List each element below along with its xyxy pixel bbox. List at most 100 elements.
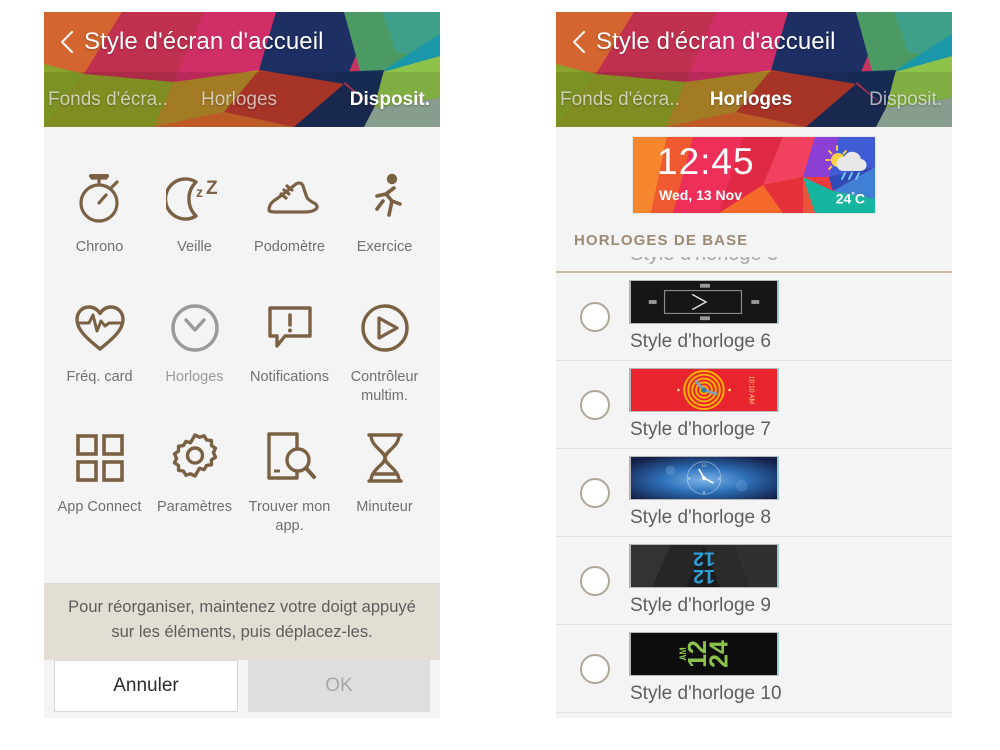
running-person-icon (361, 169, 409, 227)
app-item-chrono[interactable]: Chrono (52, 165, 147, 295)
gear-icon (167, 429, 223, 487)
tab-clocks[interactable]: Horloges (687, 89, 816, 111)
clock-widget-preview-area: 12:45 Wed, 13 Nov 24°C (556, 127, 952, 223)
app-item-controleur-multim[interactable]: Contrôleur multim. (337, 295, 432, 425)
phone-panel-right: Style d'écran d'accueil Fonds d'écra.. H… (556, 12, 952, 718)
app-icon-grid: Chrono z Z Veille Podomètre Exercice Fré… (44, 127, 440, 583)
tab-layout[interactable]: Disposit. (815, 89, 952, 111)
partial-row-text: Style d'horloge 5 (630, 257, 778, 266)
app-header-left: Style d'écran d'accueil Fonds d'écra.. H… (44, 12, 440, 127)
clocks-tab-body: 12:45 Wed, 13 Nov 24°C HORLOGES DE BASE … (556, 127, 952, 718)
radio-button[interactable] (580, 565, 610, 596)
tab-clocks[interactable]: Horloges (175, 89, 304, 111)
find-my-phone-icon (263, 429, 317, 487)
shoe-icon (261, 169, 319, 227)
app-label: Minuteur (356, 499, 413, 515)
app-label: Exercice (356, 239, 413, 255)
minimal-dark-clock-thumb (630, 280, 778, 324)
tab-bar-left: Fonds d'écra.. Horloges Disposit. (44, 72, 440, 127)
clock-style-label: Style d'horloge 9 (630, 595, 771, 616)
svg-text:10:10 AM: 10:10 AM (747, 376, 754, 405)
app-item-app-connect[interactable]: App Connect (52, 425, 147, 555)
app-item-trouver-mon-app[interactable]: Trouver mon app. (242, 425, 337, 555)
app-label: Podomètre (254, 239, 325, 255)
clock-style-preview-column: 10:10 AM Style d'horloge 7 (630, 368, 778, 441)
list-item[interactable]: AM 12 24 Style d'horloge 10 (556, 625, 952, 713)
section-header-basic-clocks: HORLOGES DE BASE (556, 223, 952, 257)
radio-button[interactable] (580, 389, 610, 420)
clock-style-preview-column: 12 3 69 Style d'horloge 8 (630, 456, 778, 529)
svg-text:24: 24 (705, 640, 733, 668)
tab-wallpapers[interactable]: Fonds d'écra.. (44, 89, 175, 111)
chevron-left-icon[interactable] (568, 28, 590, 56)
ok-button[interactable]: OK (248, 660, 430, 712)
black-green-digits-thumb: AM 12 24 (630, 632, 778, 676)
app-label: Veille (177, 239, 212, 255)
tab-wallpapers[interactable]: Fonds d'écra.. (556, 89, 687, 111)
list-item[interactable]: 12 3 69 Style d'horloge 8 (556, 449, 952, 537)
page-title: Style d'écran d'accueil (84, 28, 324, 55)
heart-rate-icon (71, 299, 129, 357)
list-item[interactable]: Style d'horloge 6 (556, 273, 952, 361)
app-label: Chrono (75, 239, 124, 255)
sun-cloud-rain-icon (821, 142, 867, 187)
svg-text:9: 9 (688, 476, 691, 482)
radio-button[interactable] (580, 653, 610, 684)
hourglass-icon (361, 429, 409, 487)
app-item-minuteur[interactable]: Minuteur (337, 425, 432, 555)
chevron-left-icon[interactable] (56, 28, 78, 56)
app-label: Fréq. card (66, 369, 133, 385)
app-label: Paramètres (157, 499, 232, 515)
svg-text:12: 12 (693, 565, 715, 587)
red-rings-clock-thumb: 10:10 AM (630, 368, 778, 412)
app-label: Trouver mon app. (248, 499, 331, 534)
app-item-exercice[interactable]: Exercice (337, 165, 432, 295)
svg-text:z: z (196, 184, 203, 200)
cancel-button[interactable]: Annuler (54, 660, 238, 712)
clock-style-label: Style d'horloge 6 (630, 331, 771, 352)
clock-style-preview-column: 12 12 Style d'horloge 9 (630, 544, 778, 617)
svg-text:Z: Z (206, 178, 218, 199)
app-item-parametres[interactable]: Paramètres (147, 425, 242, 555)
dialog-button-row: Annuler OK (44, 660, 440, 718)
app-item-podometre[interactable]: Podomètre (242, 165, 337, 295)
app-item-notifications[interactable]: Notifications (242, 295, 337, 425)
widget-date: Wed, 13 Nov (659, 187, 742, 203)
notification-bubble-icon (263, 299, 317, 357)
tab-bar-right: Fonds d'écra.. Horloges Disposit. (556, 72, 952, 127)
phone-panel-left: Style d'écran d'accueil Fonds d'écra.. H… (44, 12, 440, 718)
moon-sleep-icon: z Z (165, 169, 224, 227)
app-label: Horloges (165, 369, 224, 385)
media-play-icon (358, 299, 412, 357)
radio-button[interactable] (580, 301, 610, 332)
app-item-veille[interactable]: z Z Veille (147, 165, 242, 295)
app-grid-icon (74, 429, 126, 487)
app-label: Contrôleur multim. (350, 369, 419, 404)
widget-temperature: 24°C (835, 190, 865, 207)
clock-style-label: Style d'horloge 8 (630, 507, 771, 528)
clock-style-list: Style d'horloge 6 10:10 AM Style d'horlo… (556, 273, 952, 713)
list-item[interactable]: 12 12 Style d'horloge 9 (556, 537, 952, 625)
app-label: Notifications (250, 369, 329, 385)
clock-style-label: Style d'horloge 10 (630, 683, 782, 704)
blue-analog-clock-thumb: 12 3 6 9 (630, 456, 778, 500)
title-bar: Style d'écran d'accueil (44, 12, 440, 72)
radio-button[interactable] (580, 477, 610, 508)
clock-style-preview-column: Style d'horloge 6 (630, 280, 778, 353)
list-item[interactable]: 10:10 AM Style d'horloge 7 (556, 361, 952, 449)
reorder-hint-text: Pour réorganiser, maintenez votre doigt … (44, 582, 440, 660)
tab-layout[interactable]: Disposit. (303, 89, 440, 111)
widget-time: 12:45 (657, 141, 755, 182)
svg-text:12: 12 (701, 463, 707, 469)
clock-widget-preview[interactable]: 12:45 Wed, 13 Nov 24°C (633, 137, 875, 213)
page-title: Style d'écran d'accueil (596, 28, 836, 55)
dark-blue-digits-thumb: 12 12 (630, 544, 778, 588)
svg-text:3: 3 (717, 476, 720, 482)
app-item-freq-card[interactable]: Fréq. card (52, 295, 147, 425)
clock-icon (168, 299, 222, 357)
stopwatch-icon (74, 169, 126, 227)
layout-tab-body: Chrono z Z Veille Podomètre Exercice Fré… (44, 127, 440, 718)
svg-text:6: 6 (703, 490, 706, 496)
app-item-horloges[interactable]: Horloges (147, 295, 242, 425)
screenshot-stage: Style d'écran d'accueil Fonds d'écra.. H… (0, 0, 1000, 750)
